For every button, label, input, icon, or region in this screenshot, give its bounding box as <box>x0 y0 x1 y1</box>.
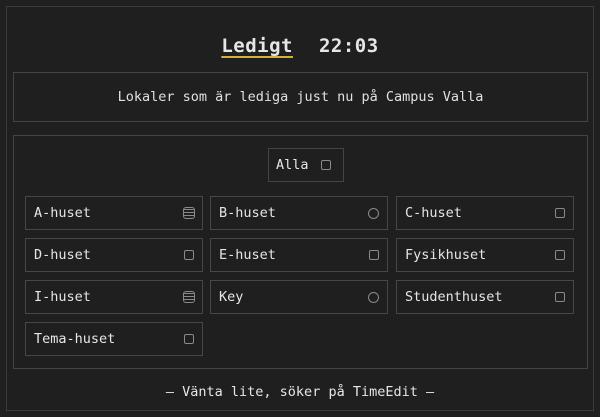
building-option-e-huset[interactable]: E-huset <box>210 238 388 272</box>
radio-circle-icon[interactable] <box>368 207 379 219</box>
building-option-studenthuset[interactable]: Studenthuset <box>396 280 574 314</box>
checkbox-icon[interactable] <box>184 250 194 260</box>
building-option-key[interactable]: Key <box>210 280 388 314</box>
current-time: 22:03 <box>318 35 379 57</box>
building-option-c-huset[interactable]: C-huset <box>396 196 574 230</box>
filter-all-toggle[interactable]: Alla <box>268 148 344 182</box>
building-label: A-huset <box>34 205 91 221</box>
building-label: Studenthuset <box>405 289 503 305</box>
building-option-i-huset[interactable]: I-huset <box>25 280 203 314</box>
building-label: Tema-huset <box>34 331 116 347</box>
subtitle-text: Lokaler som är lediga just nu på Campus … <box>117 89 484 105</box>
building-label: Fysikhuset <box>405 247 487 263</box>
checkbox-icon[interactable] <box>320 160 331 170</box>
radio-circle-icon[interactable] <box>368 291 379 303</box>
building-label: C-huset <box>405 205 462 221</box>
building-option-b-huset[interactable]: B-huset <box>210 196 388 230</box>
checkbox-icon[interactable] <box>184 334 194 344</box>
checkbox-icon[interactable] <box>555 208 565 218</box>
list-checkbox-icon[interactable] <box>183 291 195 303</box>
building-option-a-huset[interactable]: A-huset <box>25 196 203 230</box>
filter-all-label: Alla <box>276 157 309 173</box>
checkbox-icon[interactable] <box>369 250 379 260</box>
page-header: Ledigt 22:03 <box>7 35 593 57</box>
app-window: Ledigt 22:03 Lokaler som är lediga just n… <box>6 6 594 411</box>
loading-status: — Vänta lite, söker på TimeEdit — <box>165 384 435 400</box>
checkbox-icon[interactable] <box>555 292 565 302</box>
building-option-tema-huset[interactable]: Tema-huset <box>25 322 203 356</box>
building-label: I-huset <box>34 289 91 305</box>
building-label: E-huset <box>219 247 276 263</box>
building-option-d-huset[interactable]: D-huset <box>25 238 203 272</box>
checkbox-icon[interactable] <box>555 250 565 260</box>
building-option-fysikhuset[interactable]: Fysikhuset <box>396 238 574 272</box>
subtitle-banner: Lokaler som är lediga just nu på Campus … <box>13 72 588 122</box>
building-label: Key <box>219 289 244 305</box>
list-checkbox-icon[interactable] <box>183 207 195 219</box>
availability-status: Ledigt <box>221 35 293 57</box>
building-label: D-huset <box>34 247 91 263</box>
building-label: B-huset <box>219 205 276 221</box>
building-filter-panel: Alla A-huset B-huset C-huset D-huset E-h… <box>13 135 588 369</box>
